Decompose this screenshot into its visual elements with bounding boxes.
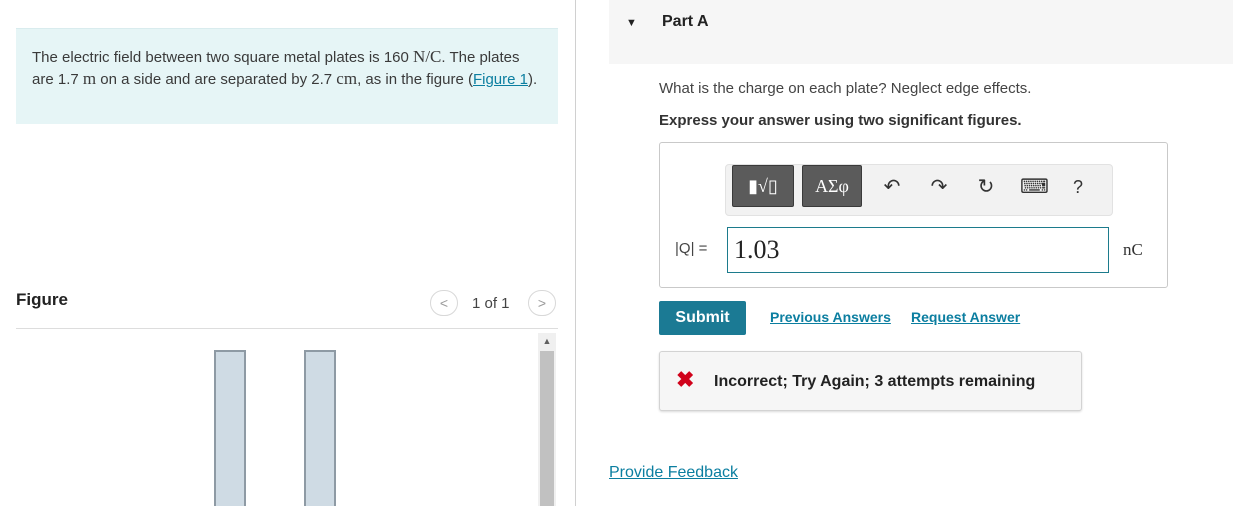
metal-plate-right (304, 350, 336, 506)
keyboard-icon[interactable]: ⌨ (1020, 176, 1049, 198)
request-answer-link[interactable]: Request Answer (911, 309, 1020, 325)
instruction-text: Express your answer using two significan… (659, 112, 1022, 129)
answer-label: |Q| = (675, 240, 708, 257)
incorrect-x-icon: ✖ (676, 367, 695, 392)
answer-input[interactable]: 1.03 (727, 227, 1109, 273)
figure-scrollbar[interactable]: ▲ (538, 333, 556, 506)
field-unit: N/C (413, 47, 442, 66)
feedback-message: Incorrect; Try Again; 3 attempts remaini… (714, 373, 1036, 390)
help-icon[interactable]: ? (1066, 176, 1090, 198)
figure-prev-button[interactable]: < (430, 290, 458, 316)
answer-box: ▮√▯ ΑΣφ ↶ ↷ ↻ ⌨ ? |Q| = 1.03 nC (659, 142, 1168, 288)
answer-unit: nC (1123, 240, 1143, 259)
scroll-thumb[interactable] (540, 351, 554, 506)
provide-feedback-link[interactable]: Provide Feedback (609, 464, 738, 482)
left-panel: The electric field between two square me… (0, 0, 575, 506)
panel-divider (575, 0, 576, 506)
greek-symbols-button[interactable]: ΑΣφ (802, 165, 862, 207)
problem-text-5: ). (528, 71, 538, 88)
problem-text-4: , as in the figure ( (357, 71, 473, 88)
feedback-box: ✖ Incorrect; Try Again; 3 attempts remai… (659, 351, 1082, 411)
undo-icon[interactable]: ↶ (880, 176, 904, 198)
problem-statement: The electric field between two square me… (16, 28, 558, 124)
figure-divider (16, 328, 558, 329)
previous-answers-link[interactable]: Previous Answers (770, 309, 891, 325)
part-title: Part A (662, 13, 709, 30)
problem-text-3: on a side and are separated by 2.7 (96, 71, 337, 88)
collapse-caret-icon[interactable]: ▼ (626, 17, 637, 29)
figure-title: Figure (16, 290, 68, 309)
templates-button[interactable]: ▮√▯ (732, 165, 794, 207)
submit-button[interactable]: Submit (659, 301, 746, 335)
separation-unit: cm (336, 69, 358, 88)
metal-plate-left (214, 350, 246, 506)
reset-icon[interactable]: ↻ (974, 176, 998, 198)
problem-text-1: The electric field between two square me… (32, 49, 414, 66)
figure-link[interactable]: Figure 1 (473, 71, 528, 88)
figure-next-button[interactable]: > (528, 290, 556, 316)
length-unit: m (82, 69, 97, 88)
redo-icon[interactable]: ↷ (927, 176, 951, 198)
scroll-up-arrow-icon[interactable]: ▲ (538, 333, 556, 349)
part-header[interactable]: ▼ Part A (609, 0, 1233, 64)
figure-counter: 1 of 1 (472, 295, 510, 312)
question-text: What is the charge on each plate? Neglec… (659, 80, 1032, 97)
